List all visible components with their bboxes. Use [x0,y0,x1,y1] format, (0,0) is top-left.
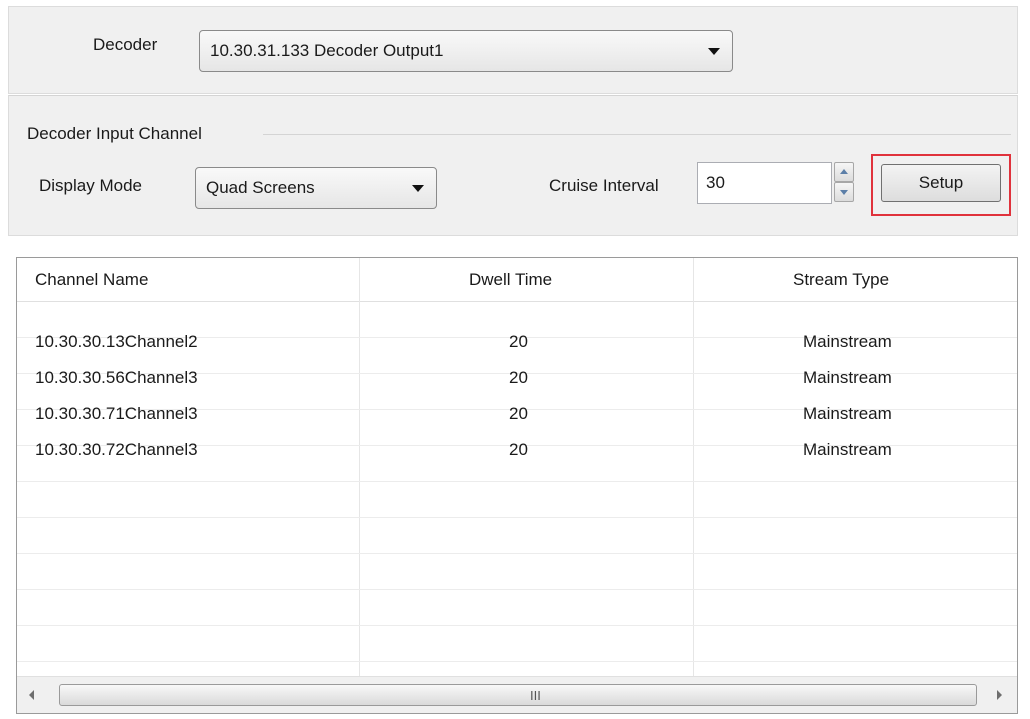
cruise-interval-spinner[interactable] [834,162,854,202]
setup-highlight: Setup [871,154,1011,216]
cell-dwell-time: 20 [509,368,528,387]
cell-dwell-time: 20 [509,404,528,423]
table-header: Channel Name Dwell Time Stream Type [17,258,1017,302]
group-title: Decoder Input Channel [27,124,202,143]
cell-stream-type: Mainstream [803,440,892,459]
row-divider [17,661,1017,662]
scrollbar-grip: III [530,688,541,703]
display-mode-label: Display Mode [39,176,142,195]
spinner-up-icon [840,169,848,174]
dropdown-arrow-icon [708,48,720,55]
cruise-interval-label: Cruise Interval [549,176,659,195]
decoder-label: Decoder [93,35,158,54]
input-channel-panel: Decoder Input Channel Display Mode Quad … [8,95,1018,236]
scroll-right-icon[interactable] [997,690,1002,700]
cell-channel-name: 10.30.30.71Channel3 [35,404,198,423]
display-mode-dropdown[interactable]: Quad Screens [195,167,437,209]
spinner-down-icon [840,190,848,195]
decoder-dropdown-value: 10.30.31.133 Decoder Output1 [210,41,444,60]
column-header-channel-name[interactable]: Channel Name [35,270,148,290]
spinner-down-button[interactable] [834,182,854,202]
decoder-panel: Decoder 10.30.31.133 Decoder Output1 [8,6,1018,94]
row-divider [17,625,1017,626]
cell-channel-name: 10.30.30.72Channel3 [35,440,198,459]
row-divider [17,589,1017,590]
cell-stream-type: Mainstream [803,368,892,387]
group-divider [263,134,1011,135]
cell-stream-type: Mainstream [803,404,892,423]
cruise-interval-value: 30 [706,173,725,192]
horizontal-scrollbar[interactable]: III [17,676,1017,713]
channel-table: Channel Name Dwell Time Stream Type 10.3… [16,257,1018,714]
column-divider [359,258,360,678]
cell-channel-name: 10.30.30.56Channel3 [35,368,198,387]
row-divider [17,517,1017,518]
display-mode-value: Quad Screens [206,178,315,197]
dropdown-arrow-icon [412,185,424,192]
column-header-dwell-time[interactable]: Dwell Time [469,270,552,290]
cell-channel-name: 10.30.30.13Channel2 [35,332,198,351]
decoder-dropdown[interactable]: 10.30.31.133 Decoder Output1 [199,30,733,72]
cruise-interval-input[interactable]: 30 [697,162,832,204]
column-header-stream-type[interactable]: Stream Type [793,270,889,290]
column-divider [693,258,694,678]
row-divider [17,553,1017,554]
scroll-left-icon[interactable] [29,690,34,700]
cell-dwell-time: 20 [509,332,528,351]
setup-button[interactable]: Setup [881,164,1001,202]
scrollbar-thumb[interactable]: III [59,684,977,706]
cell-stream-type: Mainstream [803,332,892,351]
cell-dwell-time: 20 [509,440,528,459]
row-divider [17,481,1017,482]
spinner-up-button[interactable] [834,162,854,182]
